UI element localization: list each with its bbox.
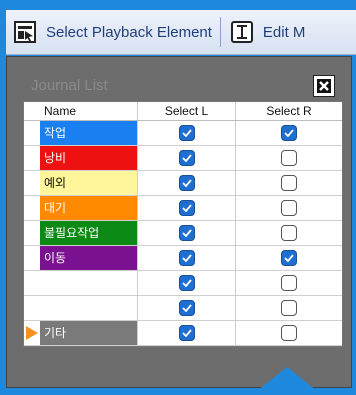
table-row[interactable] <box>24 296 342 321</box>
select-r-cell <box>236 121 342 145</box>
bottom-pointer <box>252 367 322 395</box>
row-indicator-cell <box>24 171 40 195</box>
select-l-cell <box>138 271 236 295</box>
edit-label: Edit M <box>262 23 306 41</box>
select-r-cell <box>236 271 342 295</box>
table-row[interactable]: 대기 <box>24 196 342 221</box>
select-l-cell <box>138 171 236 195</box>
select-l-cell <box>138 221 236 245</box>
journal-name-cell: 작업 <box>40 121 138 145</box>
edit-button[interactable]: Edit M <box>223 10 312 54</box>
header-select-l: Select L <box>138 102 236 120</box>
select-r-checkbox[interactable] <box>281 150 297 166</box>
select-l-checkbox[interactable] <box>178 225 195 241</box>
row-indicator-cell <box>24 246 40 270</box>
journal-name-cell: 이동 <box>40 246 138 270</box>
table-row[interactable]: 불필요작업 <box>24 221 342 246</box>
journal-name-cell: 대기 <box>40 196 138 220</box>
select-l-checkbox[interactable] <box>178 325 195 341</box>
select-l-cell <box>138 146 236 170</box>
header-name: Name <box>40 102 138 120</box>
select-l-checkbox[interactable] <box>178 125 195 141</box>
row-indicator-cell <box>24 321 40 345</box>
select-r-checkbox[interactable] <box>281 300 297 316</box>
table-row[interactable]: 낭비 <box>24 146 342 171</box>
select-l-checkbox[interactable] <box>178 300 195 316</box>
journal-grid: Name Select L Select R 작업 낭비 예외 대기 불필요작업 이동기타 <box>23 101 343 347</box>
journal-list-panel: Journal List Name Select L Select R 작업 낭비… <box>6 56 352 388</box>
close-button[interactable] <box>313 75 335 97</box>
select-l-checkbox[interactable] <box>178 275 195 291</box>
select-l-checkbox[interactable] <box>178 200 195 216</box>
select-r-checkbox[interactable] <box>281 275 297 291</box>
select-r-cell <box>236 296 342 320</box>
header-select-r: Select R <box>266 104 312 118</box>
select-l-checkbox[interactable] <box>178 175 195 191</box>
journal-name-cell: 예외 <box>40 171 138 195</box>
select-l-checkbox[interactable] <box>178 250 195 266</box>
select-playback-element-label: Select Playback Element <box>46 23 212 41</box>
select-r-cell <box>236 171 342 195</box>
toolbar-separator <box>219 17 221 47</box>
select-l-cell <box>138 296 236 320</box>
journal-name-cell: 기타 <box>40 321 138 345</box>
select-l-checkbox[interactable] <box>178 150 195 166</box>
table-row[interactable]: 예외 <box>24 171 342 196</box>
select-r-cell <box>236 321 342 345</box>
row-indicator-cell <box>24 221 40 245</box>
select-r-cell <box>236 221 342 245</box>
select-playback-element-button[interactable]: Select Playback Element <box>6 10 218 54</box>
row-indicator-cell <box>24 271 40 295</box>
toolbar: Select Playback Element Edit M <box>6 10 356 55</box>
current-row-arrow-icon <box>26 326 38 340</box>
select-r-cell <box>236 196 342 220</box>
text-cursor-icon <box>230 21 253 43</box>
table-row[interactable]: 작업 <box>24 121 342 146</box>
row-indicator-cell <box>24 196 40 220</box>
table-row[interactable]: 이동 <box>24 246 342 271</box>
table-row[interactable] <box>24 271 342 296</box>
select-l-cell <box>138 196 236 220</box>
select-r-checkbox[interactable] <box>281 225 297 241</box>
grid-header: Name Select L Select R <box>24 102 342 121</box>
select-r-cell <box>236 146 342 170</box>
select-playback-icon <box>14 21 36 43</box>
close-icon <box>317 79 331 93</box>
select-r-checkbox[interactable] <box>281 200 297 216</box>
select-l-cell <box>138 321 236 345</box>
select-r-checkbox[interactable] <box>281 325 297 341</box>
header-indicator-cell <box>24 102 40 120</box>
select-r-checkbox[interactable] <box>281 250 297 266</box>
select-r-cell <box>236 246 342 270</box>
journal-name-cell <box>40 271 138 295</box>
row-indicator-cell <box>24 296 40 320</box>
select-l-cell <box>138 121 236 145</box>
select-r-checkbox[interactable] <box>281 175 297 191</box>
journal-name-cell: 불필요작업 <box>40 221 138 245</box>
row-indicator-cell <box>24 146 40 170</box>
select-l-cell <box>138 246 236 270</box>
panel-title: Journal List <box>31 77 108 94</box>
journal-name-cell <box>40 296 138 320</box>
table-row[interactable]: 기타 <box>24 321 342 346</box>
row-indicator-cell <box>24 121 40 145</box>
select-r-checkbox[interactable] <box>281 125 297 141</box>
journal-name-cell: 낭비 <box>40 146 138 170</box>
